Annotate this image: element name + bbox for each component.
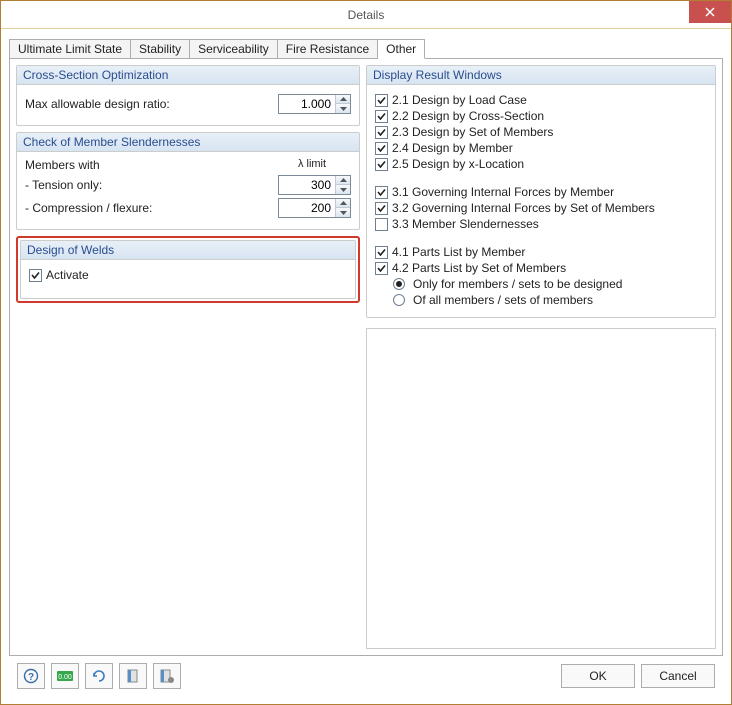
result-window-label: 2.5 Design by x-Location [392, 157, 524, 171]
help-icon: ? [23, 668, 39, 684]
svg-text:0.00: 0.00 [58, 674, 72, 681]
units-icon: 0.00 [56, 669, 74, 683]
spin-down[interactable] [336, 104, 350, 113]
compression-spinner[interactable] [278, 198, 351, 218]
radio-only-designed: Only for members / sets to be designed [393, 277, 707, 291]
group-title: Check of Member Slendernesses [17, 133, 359, 152]
spin-down[interactable] [336, 185, 350, 194]
result-window-label: 3.2 Governing Internal Forces by Set of … [392, 201, 655, 215]
result-window-label: 3.1 Governing Internal Forces by Member [392, 185, 614, 199]
group-title: Cross-Section Optimization [17, 66, 359, 85]
radio-button[interactable] [393, 278, 405, 290]
radio-label: Only for members / sets to be designed [413, 277, 622, 291]
titlebar: Details [1, 1, 731, 29]
group-cross-section-optimization: Cross-Section Optimization Max allowable… [16, 65, 360, 126]
group-display-result-windows: Display Result Windows 2.1 Design by Loa… [366, 65, 716, 318]
close-icon [705, 7, 715, 17]
tab-other[interactable]: Other [378, 39, 425, 59]
reset-icon [91, 668, 107, 684]
result-window-row: 4.2 Parts List by Set of Members [375, 261, 707, 275]
tension-label: - Tension only: [25, 178, 278, 192]
result-window-row: 2.5 Design by x-Location [375, 157, 707, 171]
tab-serviceability[interactable]: Serviceability [190, 39, 278, 59]
tab-page-other: Cross-Section Optimization Max allowable… [9, 58, 723, 656]
spin-down[interactable] [336, 208, 350, 217]
right-column: Display Result Windows 2.1 Design by Loa… [366, 65, 716, 649]
result-window-checkbox[interactable] [375, 126, 388, 139]
window-frame: Details Ultimate Limit State Stability S… [0, 0, 732, 705]
lambda-limit-header: λ limit [273, 158, 351, 172]
result-window-row: 3.3 Member Slendernesses [375, 217, 707, 231]
result-window-label: 4.2 Parts List by Set of Members [392, 261, 566, 275]
members-with-label: Members with [25, 158, 273, 172]
result-window-row: 2.3 Design by Set of Members [375, 125, 707, 139]
result-window-checkbox[interactable] [375, 202, 388, 215]
tabstrip: Ultimate Limit State Stability Serviceab… [9, 37, 723, 59]
result-window-checkbox[interactable] [375, 94, 388, 107]
svg-text:?: ? [28, 672, 34, 683]
nat-annex-2-button[interactable] [153, 663, 181, 689]
tension-spinner[interactable] [278, 175, 351, 195]
result-window-label: 2.2 Design by Cross-Section [392, 109, 544, 123]
result-window-row: 3.1 Governing Internal Forces by Member [375, 185, 707, 199]
result-window-row: 2.1 Design by Load Case [375, 93, 707, 107]
radio-all-members: Of all members / sets of members [393, 293, 707, 307]
radio-label: Of all members / sets of members [413, 293, 593, 307]
result-window-checkbox[interactable] [375, 186, 388, 199]
blank-panel [366, 328, 716, 649]
result-window-label: 4.1 Parts List by Member [392, 245, 525, 259]
nat-annex-1-button[interactable] [119, 663, 147, 689]
activate-checkbox[interactable] [29, 269, 42, 282]
tension-input[interactable] [279, 176, 335, 194]
compression-input[interactable] [279, 199, 335, 217]
result-window-checkbox[interactable] [375, 110, 388, 123]
max-ratio-input[interactable] [279, 95, 335, 113]
result-window-row: 2.4 Design by Member [375, 141, 707, 155]
max-ratio-label: Max allowable design ratio: [25, 97, 278, 111]
spin-up[interactable] [336, 95, 350, 104]
result-window-label: 2.1 Design by Load Case [392, 93, 527, 107]
highlight-design-of-welds: Design of Welds Activate [16, 236, 360, 303]
result-window-checkbox[interactable] [375, 246, 388, 259]
result-window-row: 4.1 Parts List by Member [375, 245, 707, 259]
result-window-row: 2.2 Design by Cross-Section [375, 109, 707, 123]
help-button[interactable]: ? [17, 663, 45, 689]
tab-fire-resistance[interactable]: Fire Resistance [278, 39, 378, 59]
group-design-of-welds: Design of Welds Activate [20, 240, 356, 299]
radio-button[interactable] [393, 294, 405, 306]
result-window-label: 2.3 Design by Set of Members [392, 125, 553, 139]
units-button[interactable]: 0.00 [51, 663, 79, 689]
result-window-checkbox[interactable] [375, 218, 388, 231]
result-window-checkbox[interactable] [375, 262, 388, 275]
reset-button[interactable] [85, 663, 113, 689]
spin-up[interactable] [336, 199, 350, 208]
ok-button[interactable]: OK [561, 664, 635, 688]
spin-up[interactable] [336, 176, 350, 185]
close-button[interactable] [689, 1, 731, 23]
result-window-label: 2.4 Design by Member [392, 141, 513, 155]
group-member-slenderness: Check of Member Slendernesses Members wi… [16, 132, 360, 230]
result-window-checkbox[interactable] [375, 158, 388, 171]
book-gear-icon [159, 668, 175, 684]
max-ratio-spinner[interactable] [278, 94, 351, 114]
window-title: Details [348, 8, 385, 22]
left-column: Cross-Section Optimization Max allowable… [16, 65, 360, 649]
client-area: Ultimate Limit State Stability Serviceab… [1, 29, 731, 704]
result-window-label: 3.3 Member Slendernesses [392, 217, 539, 231]
tab-ultimate-limit-state[interactable]: Ultimate Limit State [9, 39, 131, 59]
footer: ? 0.00 OK Cancel [9, 656, 723, 696]
group-title: Design of Welds [21, 241, 355, 260]
group-title: Display Result Windows [367, 66, 715, 85]
activate-label: Activate [46, 268, 89, 282]
result-window-row: 3.2 Governing Internal Forces by Set of … [375, 201, 707, 215]
cancel-button[interactable]: Cancel [641, 664, 715, 688]
compression-label: - Compression / flexure: [25, 201, 278, 215]
result-window-checkbox[interactable] [375, 142, 388, 155]
tab-stability[interactable]: Stability [131, 39, 190, 59]
book-icon [125, 668, 141, 684]
